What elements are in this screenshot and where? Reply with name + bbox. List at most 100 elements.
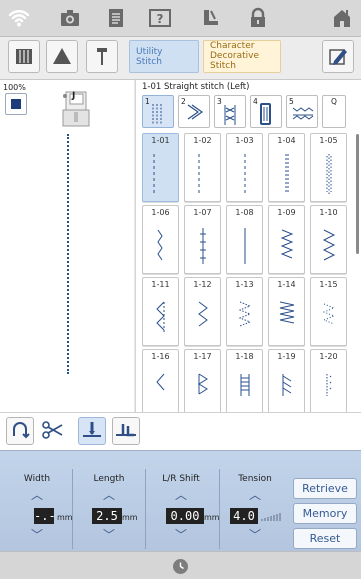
stitch-cell-1-02[interactable]: 1-02 xyxy=(184,133,221,202)
stitch-settings-panel: Width ︿ -.- mm ﹀ Length ︿ 2.5 mm ﹀ L/R S… xyxy=(0,450,361,551)
tension-label: Tension xyxy=(238,474,272,484)
stitch-label: 1-02 xyxy=(193,136,212,145)
stitch-label: 1-03 xyxy=(235,136,254,145)
tension-increase-button[interactable]: ︿ xyxy=(239,489,271,502)
stitch-cell-1-11[interactable]: 1-11 xyxy=(142,277,179,346)
straight-stitch-icon xyxy=(244,228,246,264)
bobbin-work-stitch-icon xyxy=(200,228,206,264)
straight-middle-stitch-icon xyxy=(244,154,246,194)
stitch-cell-1-05[interactable]: 1-05 xyxy=(310,133,347,202)
stitch-cell-1-15[interactable]: 1-15 xyxy=(310,277,347,346)
lr-shift-increase-button[interactable]: ︿ xyxy=(165,489,197,502)
stitch-label: 1-14 xyxy=(277,280,296,289)
overcast-stitch-icon xyxy=(156,301,165,332)
memory-button[interactable]: Memory xyxy=(293,503,357,524)
shell-stitch-icon xyxy=(198,373,208,395)
mode-bar: Utility Stitch Character Decorative Stit… xyxy=(0,37,361,80)
width-value: -.- xyxy=(34,508,56,524)
needle-button[interactable] xyxy=(86,40,118,73)
help-icon[interactable]: ? xyxy=(148,6,172,30)
stitch-cell-1-09[interactable]: 1-09 xyxy=(268,205,305,274)
edit-button[interactable] xyxy=(322,40,354,73)
stitch-cell-1-14[interactable]: 1-14 xyxy=(268,277,305,346)
stitch-cell-1-07[interactable]: 1-07 xyxy=(184,205,221,274)
thread-cut-button[interactable] xyxy=(40,417,68,445)
tab-utility-label: Utility Stitch xyxy=(136,47,163,67)
zigzag-stitch-icon xyxy=(322,229,336,261)
tab-utility-stitch[interactable]: Utility Stitch xyxy=(129,40,199,73)
ladder-stitch-icon xyxy=(240,374,250,396)
stitch-cell-1-01[interactable]: 1-01 xyxy=(142,133,179,202)
retrieve-button[interactable]: Retrieve xyxy=(293,478,357,499)
needle-position-button[interactable] xyxy=(78,417,106,445)
triple-stitch-icon xyxy=(285,154,289,194)
stitch-label: 1-12 xyxy=(193,280,212,289)
zigzag-stitch-icon xyxy=(280,229,294,259)
stitch-cell-1-12[interactable]: 1-12 xyxy=(184,277,221,346)
feather-stitch-icon xyxy=(279,301,295,324)
width-decrease-button[interactable]: ﹀ xyxy=(21,529,53,542)
width-increase-button[interactable]: ︿ xyxy=(21,489,53,502)
category-tab-4[interactable]: 4 xyxy=(250,95,282,128)
category-tab-q[interactable]: Q xyxy=(322,95,346,128)
lr-shift-decrease-button[interactable]: ﹀ xyxy=(165,529,197,542)
length-increase-button[interactable]: ︿ xyxy=(93,489,125,502)
svg-text:?: ? xyxy=(157,12,164,26)
stitch-cell-1-06[interactable]: 1-06 xyxy=(142,205,179,274)
book-icon xyxy=(16,49,32,64)
preview-size-button[interactable] xyxy=(5,93,27,115)
length-decrease-button[interactable]: ﹀ xyxy=(93,529,125,542)
category-tab-1[interactable]: 1 xyxy=(142,95,174,128)
length-value: 2.5 xyxy=(92,508,122,524)
stitch-cell-1-10[interactable]: 1-10 xyxy=(310,205,347,274)
stitch-grid-scrollbar[interactable] xyxy=(356,134,359,254)
category-tab-3[interactable]: 3 xyxy=(214,95,246,128)
stitch-cell-1-04[interactable]: 1-04 xyxy=(268,133,305,202)
camera-icon[interactable] xyxy=(58,6,82,30)
embroidery-button[interactable] xyxy=(8,40,40,73)
pivot-button[interactable] xyxy=(112,417,140,445)
category-tab-5[interactable]: 5 xyxy=(286,95,318,128)
reverse-stitch-button[interactable] xyxy=(6,417,34,445)
category-number: 3 xyxy=(217,97,222,106)
category-number: 2 xyxy=(181,97,186,106)
stitch-cell-1-08[interactable]: 1-08 xyxy=(226,205,263,274)
stitch-label: 1-20 xyxy=(319,352,338,361)
lr-shift-label: L/R Shift xyxy=(162,474,200,484)
tension-control: Tension ︿ 4.0 ﹀ xyxy=(224,451,286,552)
stitch-cell-1-16[interactable]: 1-16 xyxy=(142,349,179,412)
zoom-level: 100% xyxy=(3,83,26,92)
clock-icon[interactable] xyxy=(173,559,188,574)
presser-foot-button[interactable] xyxy=(46,40,78,73)
straight-left-stitch-icon xyxy=(153,154,155,194)
tab-character-decorative[interactable]: Character Decorative Stitch xyxy=(203,40,281,73)
stitch-cell-1-19[interactable]: 1-19 xyxy=(268,349,305,412)
document-icon[interactable] xyxy=(104,6,128,30)
needle-down-icon xyxy=(83,422,101,437)
stitch-cell-1-13[interactable]: 1-13 xyxy=(226,277,263,346)
fagoting-stitch-icon xyxy=(326,374,333,396)
stitch-cell-1-20[interactable]: 1-20 xyxy=(310,349,347,412)
length-control: Length ︿ 2.5 mm ﹀ xyxy=(78,451,140,552)
blind-hem-stitch-icon xyxy=(156,373,165,391)
divider xyxy=(219,469,220,549)
stitch-cell-1-18[interactable]: 1-18 xyxy=(226,349,263,412)
lightning-stitch-icon xyxy=(157,229,163,261)
thread-cutter-icon[interactable] xyxy=(198,6,222,30)
stitch-label: 1-06 xyxy=(151,208,170,217)
foot-letter: J xyxy=(72,91,76,101)
stitch-cell-1-17[interactable]: 1-17 xyxy=(184,349,221,412)
stitch-cell-1-03[interactable]: 1-03 xyxy=(226,133,263,202)
elastic-stitch-icon xyxy=(322,303,336,325)
home-icon[interactable] xyxy=(330,6,354,30)
reset-button[interactable]: Reset xyxy=(293,528,357,549)
length-label: Length xyxy=(93,474,125,484)
lock-icon[interactable] xyxy=(246,6,270,30)
slant-stitch-icon xyxy=(282,374,292,396)
category-tab-2[interactable]: 2 xyxy=(178,95,210,128)
tension-decrease-button[interactable]: ﹀ xyxy=(239,529,271,542)
wifi-icon[interactable] xyxy=(7,6,31,30)
stitch-label: 1-08 xyxy=(235,208,254,217)
stretch-stitch-icon xyxy=(326,154,332,194)
pivot-icon xyxy=(116,424,136,437)
